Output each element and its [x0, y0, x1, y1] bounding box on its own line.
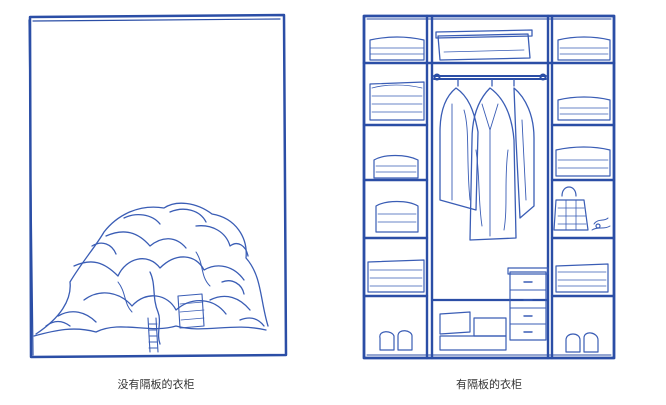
- clothes-pile: [33, 202, 269, 353]
- wardrobe-without-shelves: [28, 13, 288, 359]
- wardrobe-with-shelves: [362, 14, 616, 360]
- middle-bottom-items: [439, 267, 549, 351]
- wardrobe-comparison-illustration: [28, 13, 616, 360]
- illustration-stage: 没有隔板的衣柜 有隔板的衣柜: [0, 0, 666, 405]
- caption-wardrobe-with-shelves: 有隔板的衣柜: [456, 378, 522, 391]
- right-column-items: [553, 36, 611, 353]
- left-column-items: [367, 36, 425, 351]
- top-storage-box: [435, 29, 533, 61]
- caption-wardrobe-without-shelves: 没有隔板的衣柜: [117, 378, 195, 391]
- hanging-rod: [433, 73, 547, 81]
- hanging-clothes: [439, 79, 535, 241]
